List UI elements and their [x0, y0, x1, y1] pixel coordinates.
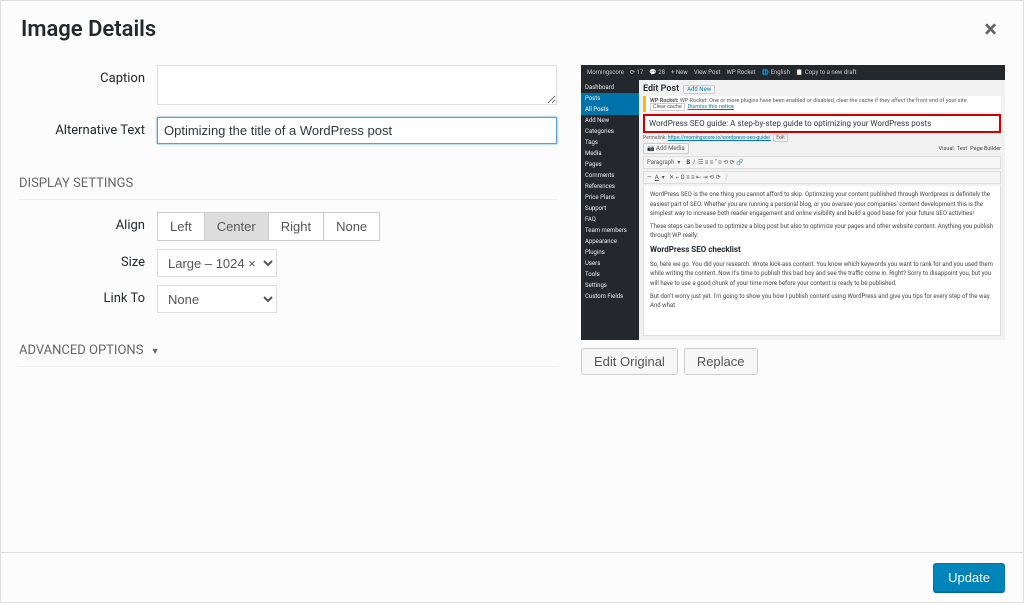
settings-panel: Caption Alternative Text DISPLAY SETTING…	[19, 65, 557, 552]
caret-down-icon: ▼	[151, 347, 160, 357]
align-label: Align	[19, 212, 157, 233]
caption-label: Caption	[19, 65, 157, 86]
size-select[interactable]: Large – 1024 × 667	[157, 249, 277, 277]
align-center-button[interactable]: Center	[205, 213, 269, 240]
wp-admin-bar: Morningscore ⟳ 17 💬 28 + New View Post W…	[581, 65, 1005, 80]
advanced-options-heading[interactable]: ADVANCED OPTIONS ▼	[19, 321, 557, 367]
align-right-button[interactable]: Right	[269, 213, 324, 240]
image-preview: Morningscore ⟳ 17 💬 28 + New View Post W…	[581, 65, 1005, 340]
close-icon[interactable]: ×	[978, 15, 1003, 43]
wp-post-title: WordPress SEO guide: A step-by-step guid…	[643, 114, 1001, 133]
replace-button[interactable]: Replace	[684, 348, 758, 375]
caption-input[interactable]	[157, 65, 557, 105]
modal-header: Image Details ×	[1, 1, 1023, 55]
update-button[interactable]: Update	[933, 563, 1005, 592]
size-row: Size Large – 1024 × 667	[19, 249, 557, 277]
preview-buttons: Edit Original Replace	[581, 348, 1005, 375]
preview-panel: Morningscore ⟳ 17 💬 28 + New View Post W…	[581, 65, 1005, 552]
wordpress-screenshot: Morningscore ⟳ 17 💬 28 + New View Post W…	[581, 65, 1005, 340]
modal-body: Caption Alternative Text DISPLAY SETTING…	[1, 55, 1023, 552]
wp-sidebar: Dashboard Posts All Posts Add New Catego…	[581, 80, 639, 340]
image-details-modal: Image Details × Caption Alternative Text…	[0, 0, 1024, 603]
alt-text-label: Alternative Text	[19, 117, 157, 138]
align-button-group: Left Center Right None	[157, 212, 380, 241]
alt-text-row: Alternative Text	[19, 117, 557, 144]
alt-text-input[interactable]	[157, 117, 557, 144]
caption-row: Caption	[19, 65, 557, 109]
modal-title: Image Details	[21, 17, 156, 42]
wp-editor-area: Edit Post Add New WP Rocket: WP Rocket: …	[639, 80, 1005, 340]
align-row: Align Left Center Right None	[19, 212, 557, 241]
align-left-button[interactable]: Left	[158, 213, 205, 240]
link-to-row: Link To None	[19, 285, 557, 313]
link-to-select[interactable]: None	[157, 285, 277, 313]
size-label: Size	[19, 249, 157, 270]
modal-footer: Update	[1, 552, 1023, 602]
align-none-button[interactable]: None	[324, 213, 379, 240]
link-to-label: Link To	[19, 285, 157, 306]
display-settings-heading: DISPLAY SETTINGS	[19, 152, 557, 200]
edit-original-button[interactable]: Edit Original	[581, 348, 678, 375]
